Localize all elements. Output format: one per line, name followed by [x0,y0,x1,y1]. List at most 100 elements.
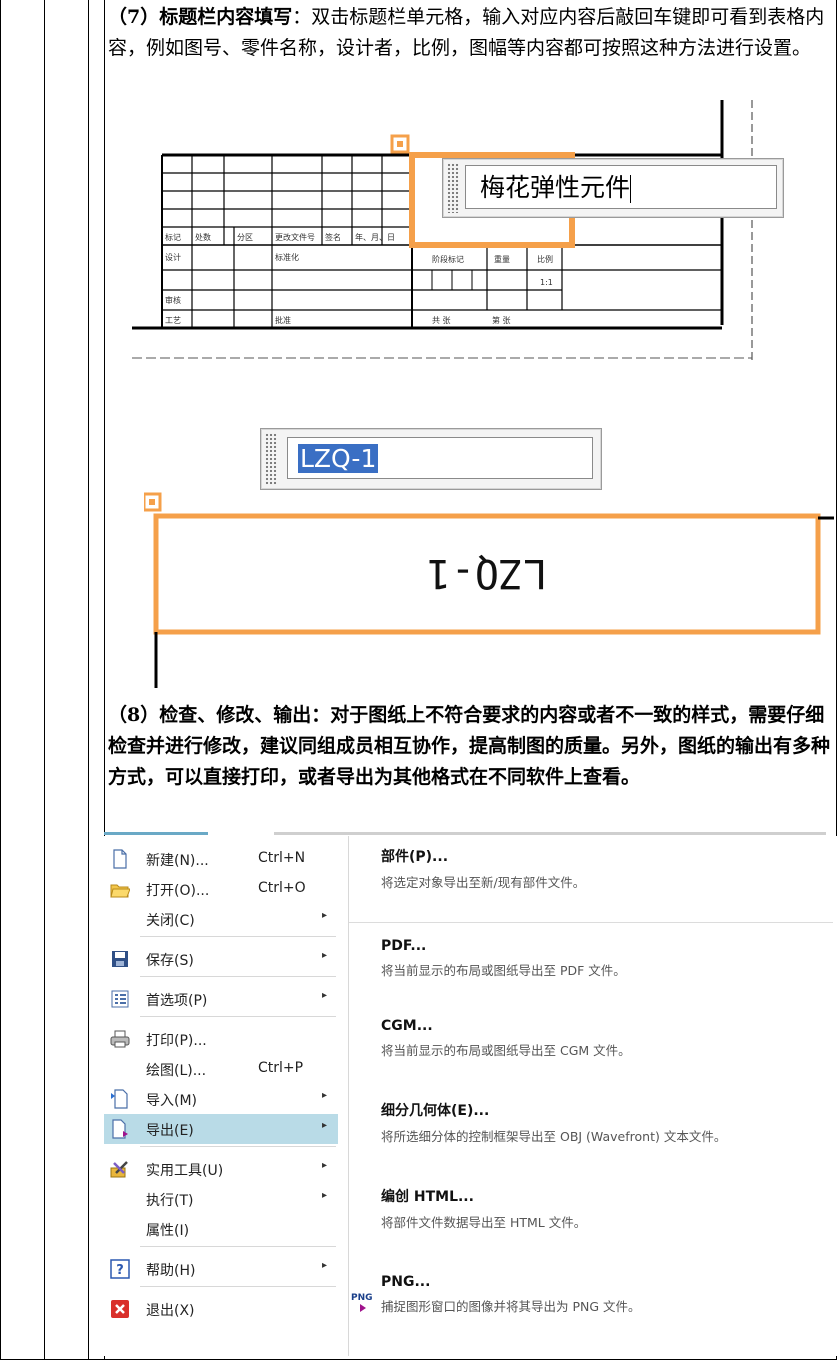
menu-item-close[interactable]: 关闭(C) ▸ [104,904,338,934]
menu-item-label: 帮助(H) [146,1263,196,1279]
menu-item-help[interactable]: ? 帮助(H) ▸ [104,1254,338,1284]
table-label: 更改文件号 [275,232,315,242]
drawing-number-cell-drawing: LZQ-1 [144,492,834,688]
table-label: 1:1 [540,278,553,287]
table-label: 标记 [165,232,181,242]
menu-top-bar [274,832,826,835]
table-label: 分区 [237,233,253,242]
submenu-arrow-icon: ▸ [322,1160,328,1171]
save-icon [112,951,128,967]
menu-item-label: 导入(M) [146,1093,198,1109]
svg-text:?: ? [116,1263,124,1278]
menu-separator [140,1016,336,1017]
submenu-item-description: 捕捉图形窗口的图像并将其导出为 PNG 文件。 [381,1299,641,1314]
exit-icon [111,1300,129,1318]
table-column-divider [44,0,45,1360]
menu-item-print[interactable]: 打印(P)... [104,1024,338,1054]
table-label: 签名 [325,232,341,242]
table-label: 第 张 [492,315,511,325]
submenu-item-title: PDF... [381,938,427,954]
submenu-item-title: PNG... [381,1274,431,1290]
submenu-item-description: 将所选细分体的控制框架导出至 OBJ (Wavefront) 文本文件。 [381,1129,727,1144]
table-column-divider [88,0,89,1360]
title-cell-value: 梅花弹性元件 [480,173,631,202]
menu-item-label: 保存(S) [146,953,194,969]
menu-item-label: 打开(O)... [146,883,210,899]
title-block-screenshot: 标记 处数 分区 更改文件号 签名 年、月、日 设计 标准化 阶段标记 重量 比… [132,100,832,380]
menu-item-new[interactable]: 新建(N)... Ctrl+N [104,844,338,874]
table-label: 年、月、日 [355,232,395,242]
menu-item-label: 新建(N)... [146,853,209,869]
submenu-item-subdivision[interactable]: 细分几何体(E)... 将所选细分体的控制框架导出至 OBJ (Wavefron… [381,1100,831,1145]
submenu-item-title: CGM... [381,1018,433,1034]
png-icon: PNG [351,1293,373,1312]
table-label: 共 张 [432,316,451,325]
content-cell: （7）标题栏内容填写：双击标题栏单元格，输入对应内容后敲回车键即可看到表格内容，… [104,0,837,1360]
menu-item-open[interactable]: 打开(O)... Ctrl+O [104,874,338,904]
submenu-item-description: 将当前显示的布局或图纸导出至 CGM 文件。 [381,1043,631,1058]
submenu-item-title: 编创 HTML... [381,1189,474,1205]
menu-item-import[interactable]: 导入(M) ▸ [104,1084,338,1114]
text-edit-popup[interactable]: 梅花弹性元件 [442,158,784,218]
menu-item-properties[interactable]: 属性(I) [104,1214,338,1244]
title-cell-input[interactable]: 梅花弹性元件 [465,165,777,209]
png-icon-label: PNG [351,1293,373,1303]
text-caret [630,175,632,203]
table-border-left [0,0,1,1360]
menu-item-label: 导出(E) [146,1123,194,1139]
menu-item-label: 打印(P)... [146,1033,207,1049]
menu-item-label: 实用工具(U) [146,1163,224,1179]
submenu-item-html[interactable]: 编创 HTML... 将部件文件数据导出至 HTML 文件。 [381,1186,831,1231]
menu-item-shortcut: Ctrl+O [258,880,306,896]
submenu-item-cgm[interactable]: CGM... 将当前显示的布局或图纸导出至 CGM 文件。 [381,1018,831,1059]
menu-item-label: 执行(T) [146,1193,194,1209]
menu-item-save[interactable]: 保存(S) ▸ [104,944,338,974]
submenu-item-png[interactable]: PNG... 捕捉图形窗口的图像并将其导出为 PNG 文件。 [381,1274,831,1315]
file-menu: 新建(N)... Ctrl+N 打开(O)... Ctrl+O 关闭(C) ▸ … [104,836,348,1356]
table-label: 比例 [537,254,553,264]
menu-item-export[interactable]: 导出(E) ▸ [104,1114,338,1144]
import-icon [111,1089,128,1109]
submenu-arrow-icon: ▸ [322,1190,328,1201]
menu-item-plot[interactable]: 绘图(L)... Ctrl+P [104,1054,338,1084]
table-label: 阶段标记 [432,254,464,264]
printer-icon [110,1030,130,1048]
menu-item-label: 首选项(P) [146,993,208,1009]
submenu-item-part[interactable]: 部件(P)... 将选定对象导出至新/现有部件文件。 [381,846,831,891]
menu-separator [140,936,336,937]
tools-icon [110,1161,128,1178]
section-8-heading: （8）检查、修改、输出 [108,704,312,726]
table-label: 处数 [195,232,211,242]
table-label: 工艺 [165,316,181,325]
menu-item-label: 退出(X) [146,1303,195,1319]
menu-item-preferences[interactable]: 首选项(P) ▸ [104,984,338,1014]
menu-separator [140,1146,336,1147]
menu-top-bar [104,832,208,835]
drag-grip-icon[interactable] [447,163,459,213]
submenu-arrow-icon: ▸ [322,1090,328,1101]
title-block-drawing: 标记 处数 分区 更改文件号 签名 年、月、日 设计 标准化 阶段标记 重量 比… [132,100,753,360]
submenu-item-pdf[interactable]: PDF... 将当前显示的布局或图纸导出至 PDF 文件。 [381,938,831,979]
menu-separator [140,1246,336,1247]
text-edit-popup[interactable]: LZQ-1 [260,428,602,490]
section-7-paragraph: （7）标题栏内容填写：双击标题栏单元格，输入对应内容后敲回车键即可看到表格内容，… [108,2,830,64]
section-7-heading: （7）标题栏内容填写 [108,6,293,28]
submenu-item-description: 将部件文件数据导出至 HTML 文件。 [381,1215,587,1230]
menu-item-label: 关闭(C) [146,913,195,929]
menu-item-label: 属性(I) [146,1223,190,1239]
menu-item-exit[interactable]: 退出(X) [104,1294,338,1324]
submenu-arrow-icon: ▸ [322,910,328,921]
submenu-arrow-icon: ▸ [322,950,328,961]
drag-grip-icon[interactable] [265,433,277,485]
table-label: 标准化 [275,252,299,262]
menu-item-utilities[interactable]: 实用工具(U) ▸ [104,1154,338,1184]
file-menu-screenshot: 新建(N)... Ctrl+N 打开(O)... Ctrl+O 关闭(C) ▸ … [104,830,837,1360]
selected-text: LZQ-1 [298,444,379,473]
section-8-paragraph: （8）检查、修改、输出：对于图纸上不符合要求的内容或者不一致的样式，需要仔细检查… [108,700,830,793]
submenu-separator [349,922,833,923]
submenu-item-title: 部件(P)... [381,849,449,865]
submenu-arrow-icon: ▸ [322,1120,328,1131]
drawing-number-input[interactable]: LZQ-1 [287,437,593,479]
menu-item-execute[interactable]: 执行(T) ▸ [104,1184,338,1214]
submenu-item-title: 细分几何体(E)... [381,1103,490,1119]
